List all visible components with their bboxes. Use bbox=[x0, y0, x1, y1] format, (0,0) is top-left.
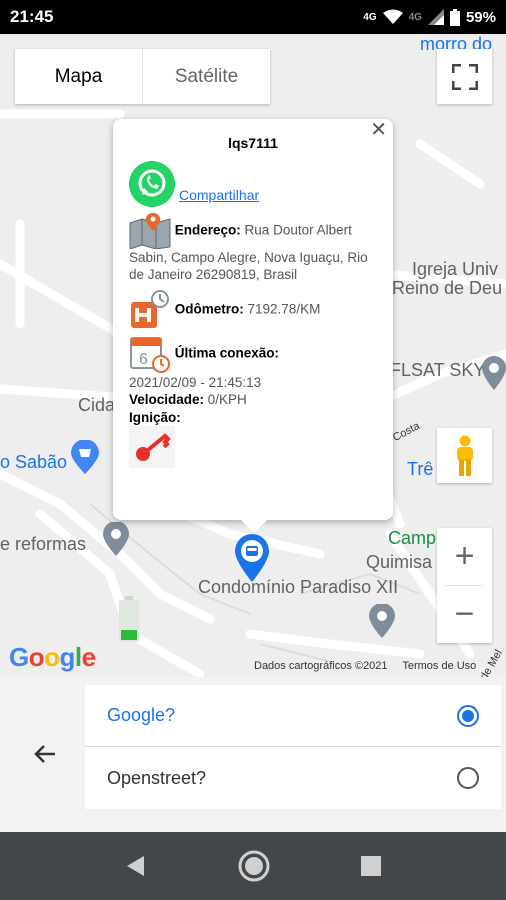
option-openstreet[interactable]: Openstreet? bbox=[85, 747, 501, 809]
shopping-pin-icon bbox=[71, 440, 99, 474]
map-label-tre: Trê bbox=[407, 459, 434, 479]
signal-type-label: 4G bbox=[363, 11, 377, 23]
speed-label: Velocidade: bbox=[129, 392, 205, 407]
battery-percent: 59% bbox=[465, 8, 496, 26]
ignition-label: Ignição: bbox=[129, 409, 181, 425]
vehicle-info-window: ✕ lqs7111 Compartilhar Endereço: Rua Dou… bbox=[113, 119, 393, 533]
map-type-satellite-button[interactable]: Satélite bbox=[143, 49, 270, 104]
fullscreen-button[interactable] bbox=[437, 49, 492, 104]
calendar-clock-icon: 6 bbox=[130, 336, 170, 373]
radio-openstreet[interactable] bbox=[457, 767, 479, 789]
map-pin-icon bbox=[369, 604, 395, 638]
street-view-button[interactable] bbox=[437, 428, 492, 483]
radio-google[interactable] bbox=[457, 704, 479, 727]
map-view[interactable]: morro do Igreja Univ Reino de Deu FLSAT … bbox=[0, 34, 506, 677]
option-google[interactable]: Google? bbox=[85, 685, 501, 747]
signal-type-label-2: 4G bbox=[408, 11, 422, 23]
option-openstreet-label: Openstreet? bbox=[107, 767, 207, 788]
last-connection-label: Última conexão: bbox=[174, 345, 280, 361]
pegman-icon bbox=[456, 435, 473, 476]
map-pin-icon bbox=[103, 522, 129, 556]
address-block: Endereço: Rua Doutor Albert Sabin, Campo… bbox=[129, 212, 377, 284]
status-icons: 4G 4G 59% bbox=[363, 8, 496, 26]
share-link[interactable]: Compartilhar bbox=[179, 187, 259, 205]
share-row: Compartilhar bbox=[129, 160, 377, 207]
map-label-reformas: e reformas bbox=[0, 534, 87, 554]
whatsapp-icon[interactable] bbox=[129, 160, 175, 207]
vehicle-plate: lqs7111 bbox=[228, 135, 278, 151]
address-label: Endereço: bbox=[174, 222, 241, 238]
back-arrow-icon[interactable] bbox=[30, 739, 60, 769]
map-address-icon bbox=[129, 212, 171, 249]
navigation-bar bbox=[0, 832, 506, 900]
google-logo: Google bbox=[9, 642, 96, 672]
close-icon[interactable]: ✕ bbox=[370, 120, 387, 139]
back-nav-icon[interactable] bbox=[124, 854, 148, 878]
provider-options: Google? Openstreet? bbox=[85, 685, 501, 809]
map-data-credit: Dados cartográficos ©2021 bbox=[254, 660, 388, 672]
wifi-icon bbox=[382, 9, 403, 24]
recents-nav-icon[interactable] bbox=[360, 855, 382, 877]
last-connection-value: 2021/02/09 - 21:45:13 bbox=[129, 374, 262, 390]
cell-signal-icon bbox=[427, 9, 444, 25]
home-nav-icon[interactable] bbox=[237, 849, 271, 883]
fullscreen-icon bbox=[451, 63, 478, 90]
odometer-icon bbox=[131, 289, 169, 328]
clock: 21:45 bbox=[10, 7, 54, 26]
map-label-camp: Camp bbox=[388, 528, 437, 548]
map-label-sabao: o Sabão bbox=[0, 452, 68, 472]
map-label-cida: Cida bbox=[78, 395, 116, 415]
odometer-block: Odômetro: 7192.78/KM bbox=[129, 289, 377, 330]
speed-value: 0/KPH bbox=[204, 392, 247, 407]
svg-text:6: 6 bbox=[139, 351, 148, 368]
map-label-igreja: Igreja Univ bbox=[412, 259, 499, 279]
terms-link[interactable]: Termos de Uso bbox=[402, 660, 476, 672]
map-type-map-button[interactable]: Mapa bbox=[15, 49, 143, 104]
map-label-condominio: Condomínio Paradiso XII bbox=[198, 577, 399, 597]
status-bar: 21:45 4G 4G 59% bbox=[0, 0, 506, 34]
map-label-flsat: FLSAT SKY bbox=[390, 360, 486, 380]
zoom-controls: + − bbox=[437, 528, 492, 643]
odometer-value: 7192.78/KM bbox=[243, 301, 321, 317]
last-connection-block: 6 Última conexão: 2021/02/09 - 21:45:13 … bbox=[129, 334, 377, 468]
battery-marker-icon bbox=[119, 596, 139, 642]
ignition-key-icon bbox=[129, 426, 175, 468]
option-google-label: Google? bbox=[107, 705, 176, 725]
battery-icon bbox=[449, 8, 460, 26]
odometer-label: Odômetro: bbox=[174, 301, 244, 317]
vehicle-marker-icon[interactable] bbox=[235, 534, 269, 582]
zoom-out-button[interactable]: − bbox=[437, 586, 492, 643]
map-type-switcher: Mapa Satélite bbox=[15, 49, 270, 104]
location-pin-icon bbox=[482, 356, 506, 390]
map-provider-panel: Google? Openstreet? bbox=[0, 677, 506, 832]
map-label-quimisa: Quimisa bbox=[366, 552, 433, 572]
map-credits: Dados cartográficos ©2021 Termos de Uso bbox=[254, 660, 488, 672]
map-label-reino: Reino de Deu bbox=[392, 278, 503, 298]
zoom-in-button[interactable]: + bbox=[437, 528, 492, 585]
